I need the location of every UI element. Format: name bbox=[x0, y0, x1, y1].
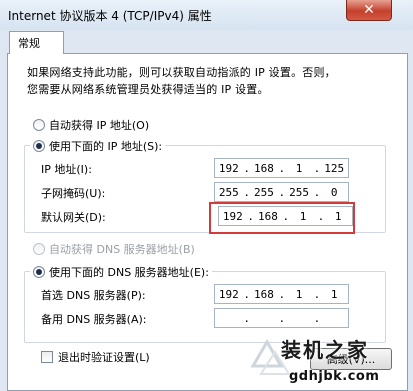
dns1-octet-3: 1 bbox=[295, 287, 303, 301]
mask-octet-4: 0 bbox=[330, 185, 338, 199]
radio-auto-dns-label: 自动获得 DNS 服务器地址(B) bbox=[49, 243, 195, 256]
dns1-octet-2: 168 bbox=[253, 287, 274, 301]
preferred-dns-input[interactable]: 192. 168. 1. 1 bbox=[214, 284, 349, 304]
dot-sep: . bbox=[243, 311, 250, 325]
tab-general[interactable]: 常规 bbox=[9, 31, 64, 54]
radio-manual-ip-indicator bbox=[33, 140, 45, 152]
watermark: 装机之家 gdhjbk.com bbox=[241, 326, 413, 391]
ip-octet-4: 125 bbox=[324, 161, 345, 175]
ip-address-label: IP 地址(I): bbox=[41, 163, 92, 176]
dot-sep: . bbox=[243, 185, 250, 199]
radio-manual-dns[interactable]: 使用下面的 DNS 服务器地址(E): bbox=[30, 264, 212, 280]
mask-octet-1: 255 bbox=[218, 185, 239, 199]
dot-sep: . bbox=[278, 287, 286, 301]
preferred-dns-label: 首选 DNS 服务器(P): bbox=[41, 289, 146, 302]
tab-general-label: 常规 bbox=[18, 37, 40, 50]
ip-octet-2: 168 bbox=[253, 161, 274, 175]
gateway-highlight-box bbox=[209, 202, 355, 234]
description: 如果网络支持此功能，则可以获取自动指派的 IP 设置。否则， 您需要从网络系统管… bbox=[27, 64, 336, 98]
subnet-mask-label: 子网掩码(U): bbox=[41, 187, 106, 200]
watermark-text: 装机之家 bbox=[281, 338, 369, 362]
dot-sep: . bbox=[243, 287, 250, 301]
validate-checkbox-label: 退出时验证设置(L) bbox=[58, 351, 150, 364]
radio-auto-ip-indicator bbox=[33, 119, 45, 131]
validate-on-exit-checkbox[interactable]: 退出时验证设置(L) bbox=[38, 349, 153, 365]
description-line-1: 如果网络支持此功能，则可以获取自动指派的 IP 设置。否则， bbox=[27, 66, 336, 79]
radio-manual-ip-label: 使用下面的 IP 地址(S): bbox=[49, 140, 163, 153]
radio-manual-ip[interactable]: 使用下面的 IP 地址(S): bbox=[30, 138, 166, 154]
ip-octet-1: 192 bbox=[218, 161, 239, 175]
alternate-dns-label: 备用 DNS 服务器(A): bbox=[41, 313, 147, 326]
ip-address-input[interactable]: 192. 168. 1. 125 bbox=[214, 158, 349, 178]
dot-sep: . bbox=[313, 287, 321, 301]
title-bar: Internet 协议版本 4 (TCP/IPv4) 属性 ✕ bbox=[0, 0, 413, 30]
dot-sep: . bbox=[278, 161, 286, 175]
dot-sep: . bbox=[243, 161, 250, 175]
mask-octet-2: 255 bbox=[253, 185, 274, 199]
radio-manual-dns-indicator bbox=[33, 266, 45, 278]
description-line-2: 您需要从网络系统管理员处获得适当的 IP 设置。 bbox=[27, 83, 269, 96]
radio-auto-dns[interactable]: 自动获得 DNS 服务器地址(B) bbox=[30, 241, 198, 257]
dot-sep: . bbox=[278, 185, 286, 199]
radio-auto-ip[interactable]: 自动获得 IP 地址(O) bbox=[30, 117, 153, 133]
ip-octet-3: 1 bbox=[295, 161, 303, 175]
validate-checkbox-box bbox=[41, 351, 53, 363]
dot-sep: . bbox=[313, 185, 321, 199]
alternate-dns-input[interactable]: . . . bbox=[214, 308, 349, 328]
subnet-mask-input[interactable]: 255. 255. 255. 0 bbox=[214, 182, 349, 202]
dns1-octet-1: 192 bbox=[218, 287, 239, 301]
radio-manual-dns-label: 使用下面的 DNS 服务器地址(E): bbox=[49, 266, 209, 279]
dot-sep: . bbox=[313, 161, 321, 175]
dot-sep: . bbox=[313, 311, 321, 325]
dot-sep: . bbox=[278, 311, 286, 325]
close-button[interactable]: ✕ bbox=[346, 0, 392, 21]
gateway-label: 默认网关(D): bbox=[41, 211, 106, 224]
close-icon: ✕ bbox=[363, 2, 375, 18]
mask-octet-3: 255 bbox=[289, 185, 309, 199]
dns1-octet-4: 1 bbox=[330, 287, 338, 301]
radio-auto-dns-indicator bbox=[33, 243, 45, 255]
radio-auto-ip-label: 自动获得 IP 地址(O) bbox=[49, 119, 150, 132]
watermark-url: gdhjbk.com bbox=[289, 369, 380, 384]
window-title: Internet 协议版本 4 (TCP/IPv4) 属性 bbox=[8, 9, 212, 23]
